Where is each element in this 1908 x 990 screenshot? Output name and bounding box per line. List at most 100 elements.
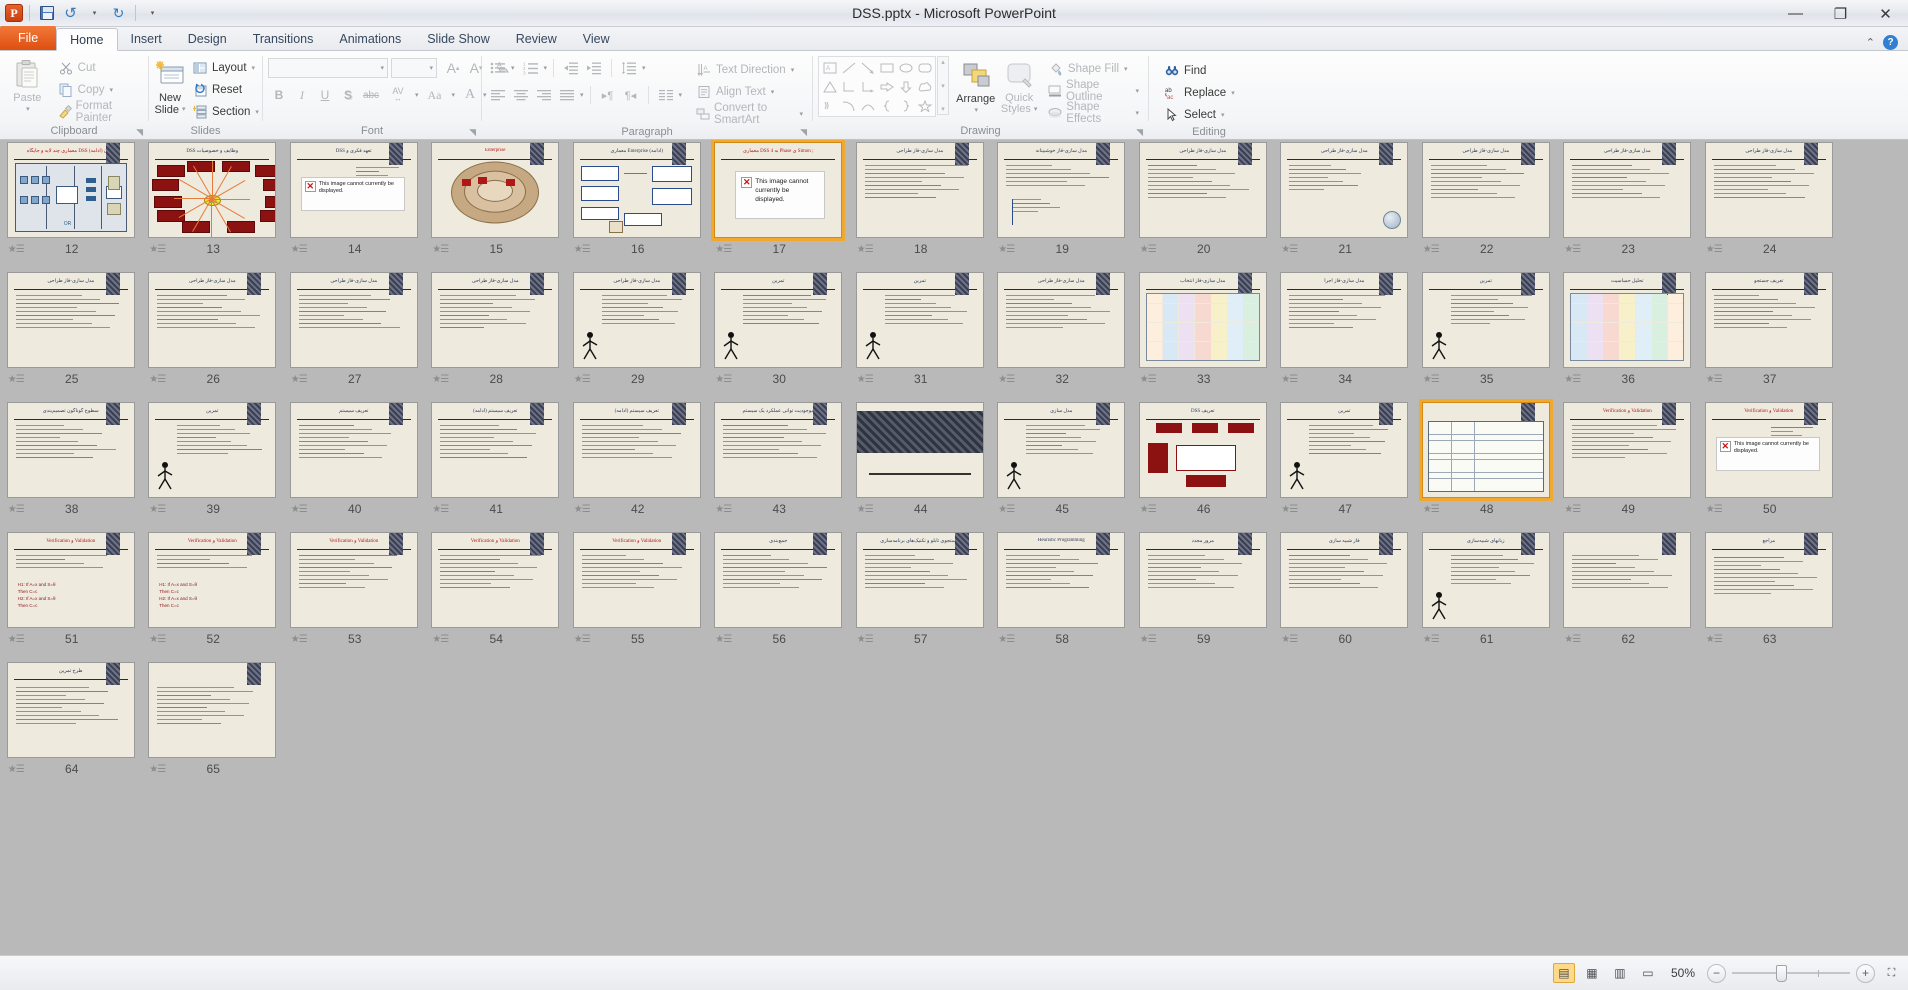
text-direction-caret-icon[interactable]: ▾ xyxy=(791,66,795,74)
slide-thumbnail-wrapper[interactable]: Verification و Validation H1: If A=x and… xyxy=(148,532,277,628)
slide-thumbnail[interactable]: زبانهای شبیه‌سازی xyxy=(1421,532,1550,628)
elbow-arrow-connector-icon[interactable] xyxy=(858,77,877,96)
slide-thumbnail-wrapper[interactable]: Verification و Validation xyxy=(1563,402,1692,498)
slide-cell[interactable]: مدل سازی-فاز طراحی ★☰ 24 xyxy=(1698,140,1840,270)
align-center-button[interactable] xyxy=(510,84,532,106)
transition-star-icon[interactable]: ★☰ xyxy=(8,634,25,645)
font-color-button[interactable]: A xyxy=(459,84,481,106)
decrease-indent-button[interactable] xyxy=(560,57,582,79)
layout-caret-icon[interactable]: ▾ xyxy=(252,64,256,72)
transition-star-icon[interactable]: ★☰ xyxy=(8,374,25,385)
slide-cell[interactable]: تمرین ★☰ 35 xyxy=(1415,270,1557,400)
slide-thumbnail[interactable]: Verification و Validation xyxy=(1563,402,1692,498)
slide-thumbnail[interactable]: موجودیت توانی عملکرد یک سیستم xyxy=(714,402,843,498)
shapes-scroll-up-icon[interactable]: ▴ xyxy=(941,58,945,66)
character-spacing-caret-icon[interactable]: ▾ xyxy=(415,91,419,99)
slide-cell[interactable]: مدل سازی-فاز طراحی ★☰ 27 xyxy=(283,270,425,400)
slide-cell[interactable]: مدل سازی-فاز طراحی ★☰ 21 xyxy=(1274,140,1416,270)
slide-thumbnail[interactable]: فاز شبیه سازی xyxy=(1280,532,1409,628)
normal-view-button[interactable]: ▤ xyxy=(1552,963,1575,983)
slide-thumbnail[interactable]: DSS وظایف و خصوصیات DSS xyxy=(148,142,277,238)
transition-star-icon[interactable]: ★☰ xyxy=(1423,504,1440,515)
slide-cell[interactable]: زبانهای شبیه‌سازی ★☰ 61 xyxy=(1415,530,1557,660)
shapes-gallery-scrollbar[interactable]: ▴ ▾ ▾ xyxy=(937,56,949,115)
slide-cell[interactable]: Heuristic Programming ★☰ 58 xyxy=(991,530,1133,660)
slide-cell[interactable]: ★☰ 48 xyxy=(1415,399,1557,530)
transition-star-icon[interactable]: ★☰ xyxy=(857,504,874,515)
font-size-caret-icon[interactable]: ▾ xyxy=(429,64,433,72)
slide-thumbnail-wrapper[interactable]: تمرین xyxy=(1280,402,1409,498)
slide-thumbnail-wrapper[interactable]: مدل سازی-فاز طراحی xyxy=(1138,142,1267,238)
slide-cell[interactable]: سطوح گوناگون تصمیم‌بندی ★☰ 38 xyxy=(0,400,142,530)
underline-button[interactable]: U xyxy=(314,84,336,106)
slide-thumbnail-wrapper[interactable]: مدل سازی xyxy=(997,402,1126,498)
slide-thumbnail[interactable]: معماری Enterprise (ادامه) xyxy=(572,142,701,238)
slide-thumbnail-wrapper[interactable]: مدل سازی-فاز طراحی xyxy=(1704,142,1833,238)
shape-outline-button[interactable]: Shape Outline ▾ xyxy=(1044,79,1143,103)
slide-cell[interactable]: DSS تعریف ★☰ 46 xyxy=(1132,400,1274,530)
font-size-input[interactable]: ▾ xyxy=(391,58,437,78)
tab-file[interactable]: File xyxy=(0,26,57,50)
slide-thumbnail[interactable]: تمرین xyxy=(148,402,277,498)
transition-star-icon[interactable]: ★☰ xyxy=(1140,244,1157,255)
slide-thumbnail[interactable]: مدل سازی-فاز طراحی xyxy=(1421,142,1550,238)
slide-thumbnail-wrapper[interactable]: تحلیل حساسیت xyxy=(1563,272,1692,368)
italic-button[interactable]: I xyxy=(291,84,313,106)
slide-thumbnail-wrapper[interactable]: فاز شبیه سازی xyxy=(1280,532,1409,628)
clipboard-dialog-launcher[interactable]: ◥ xyxy=(136,127,143,138)
slide-thumbnail-wrapper[interactable]: Verification و Validation xyxy=(431,532,560,628)
transition-star-icon[interactable]: ★☰ xyxy=(149,764,166,775)
slide-thumbnail-wrapper[interactable]: طرح تمرین xyxy=(6,662,135,758)
slide-thumbnail-wrapper[interactable]: مدل سازی-فاز طراحی xyxy=(148,272,277,368)
slide-thumbnail-wrapper[interactable]: مدل سازی-فاز طراحی xyxy=(431,272,560,368)
transition-star-icon[interactable]: ★☰ xyxy=(1706,504,1723,515)
slide-thumbnail[interactable]: تمرین xyxy=(714,272,843,368)
tab-design[interactable]: Design xyxy=(175,27,240,50)
strikethrough-button[interactable]: abc xyxy=(360,84,382,106)
zoom-percent-label[interactable]: 50% xyxy=(1665,966,1701,980)
ltr-text-direction-button[interactable]: ▸¶ xyxy=(597,84,619,106)
slide-thumbnail-wrapper[interactable]: Verification و Validation H1: If A=x and… xyxy=(6,532,135,628)
slide-cell[interactable]: Enterprise ★☰ 15 xyxy=(425,140,567,270)
slide-thumbnail-wrapper[interactable]: Verification و Validation xyxy=(572,532,701,628)
find-button[interactable]: Find xyxy=(1160,60,1239,81)
slide-thumbnail-wrapper[interactable]: تمرین xyxy=(148,402,277,498)
transition-star-icon[interactable]: ★☰ xyxy=(291,634,308,645)
smartart-caret-icon[interactable]: ▾ xyxy=(799,110,803,118)
arrange-button[interactable]: Arrange ▾ xyxy=(954,56,997,117)
slide-thumbnail-wrapper[interactable]: مدل سازی-فاز طراحی xyxy=(572,272,701,368)
text-shadow-button[interactable]: S xyxy=(337,84,359,106)
increase-indent-button[interactable] xyxy=(583,57,605,79)
zoom-slider[interactable] xyxy=(1732,964,1850,983)
slide-thumbnail-wrapper[interactable]: Enterprise xyxy=(431,142,560,238)
slide-cell[interactable]: مدل سازی-فاز انتخاب ★☰ 33 xyxy=(1132,270,1274,400)
slide-cell[interactable]: تعریف سیستم (ادامه) ★☰ 41 xyxy=(425,400,567,530)
slide-thumbnail-wrapper[interactable]: مدل سازی-فاز انتخاب xyxy=(1138,272,1267,368)
align-left-button[interactable] xyxy=(487,84,509,106)
slide-thumbnail[interactable]: Enterprise xyxy=(431,142,560,238)
slide-thumbnail[interactable]: مدل سازی-فاز انتخاب xyxy=(1138,272,1267,368)
transition-star-icon[interactable]: ★☰ xyxy=(998,374,1015,385)
reading-view-button[interactable]: ▥ xyxy=(1609,963,1631,983)
slide-thumbnail[interactable]: تعریف سیستم xyxy=(289,402,418,498)
line-spacing-button[interactable] xyxy=(618,57,640,79)
transition-star-icon[interactable]: ★☰ xyxy=(857,244,874,255)
drawing-dialog-launcher[interactable]: ◥ xyxy=(1136,127,1143,138)
slide-thumbnail[interactable]: مراجع xyxy=(1704,532,1833,628)
numbering-button[interactable]: 123 xyxy=(520,57,542,79)
slide-cell[interactable]: مدل سازی-فاز طراحی ★☰ 32 xyxy=(991,270,1133,400)
slide-cell[interactable]: ★☰ 62 xyxy=(1557,530,1699,660)
slide-thumbnail-wrapper[interactable]: معماری DSS به 4 Phase ی Simon ; ✕ This i… xyxy=(711,140,846,241)
slide-cell[interactable]: مدل سازی-فاز طراحی ★☰ 28 xyxy=(425,270,567,400)
transition-star-icon[interactable]: ★☰ xyxy=(1281,244,1298,255)
slide-thumbnail[interactable]: تعریف سیستم (ادامه) xyxy=(572,402,701,498)
undo-button[interactable]: ↺ xyxy=(60,3,81,24)
transition-star-icon[interactable]: ★☰ xyxy=(1706,634,1723,645)
slide-thumbnail-wrapper[interactable]: تعریف سیستم (ادامه) xyxy=(572,402,701,498)
slide-cell[interactable]: جستجوی تابلو و تکنیک‌های برنامه‌سازی ★☰ … xyxy=(849,530,991,660)
slide-thumbnail-wrapper[interactable]: مدل سازی-فاز طراحی xyxy=(997,272,1126,368)
select-button[interactable]: Select ▾ xyxy=(1160,104,1239,125)
slide-cell[interactable]: معماری چند لایه و جایگاه DSS در آن (ادام… xyxy=(0,140,142,270)
fit-to-window-button[interactable]: ⛶ xyxy=(1881,963,1902,983)
transition-star-icon[interactable]: ★☰ xyxy=(8,504,25,515)
